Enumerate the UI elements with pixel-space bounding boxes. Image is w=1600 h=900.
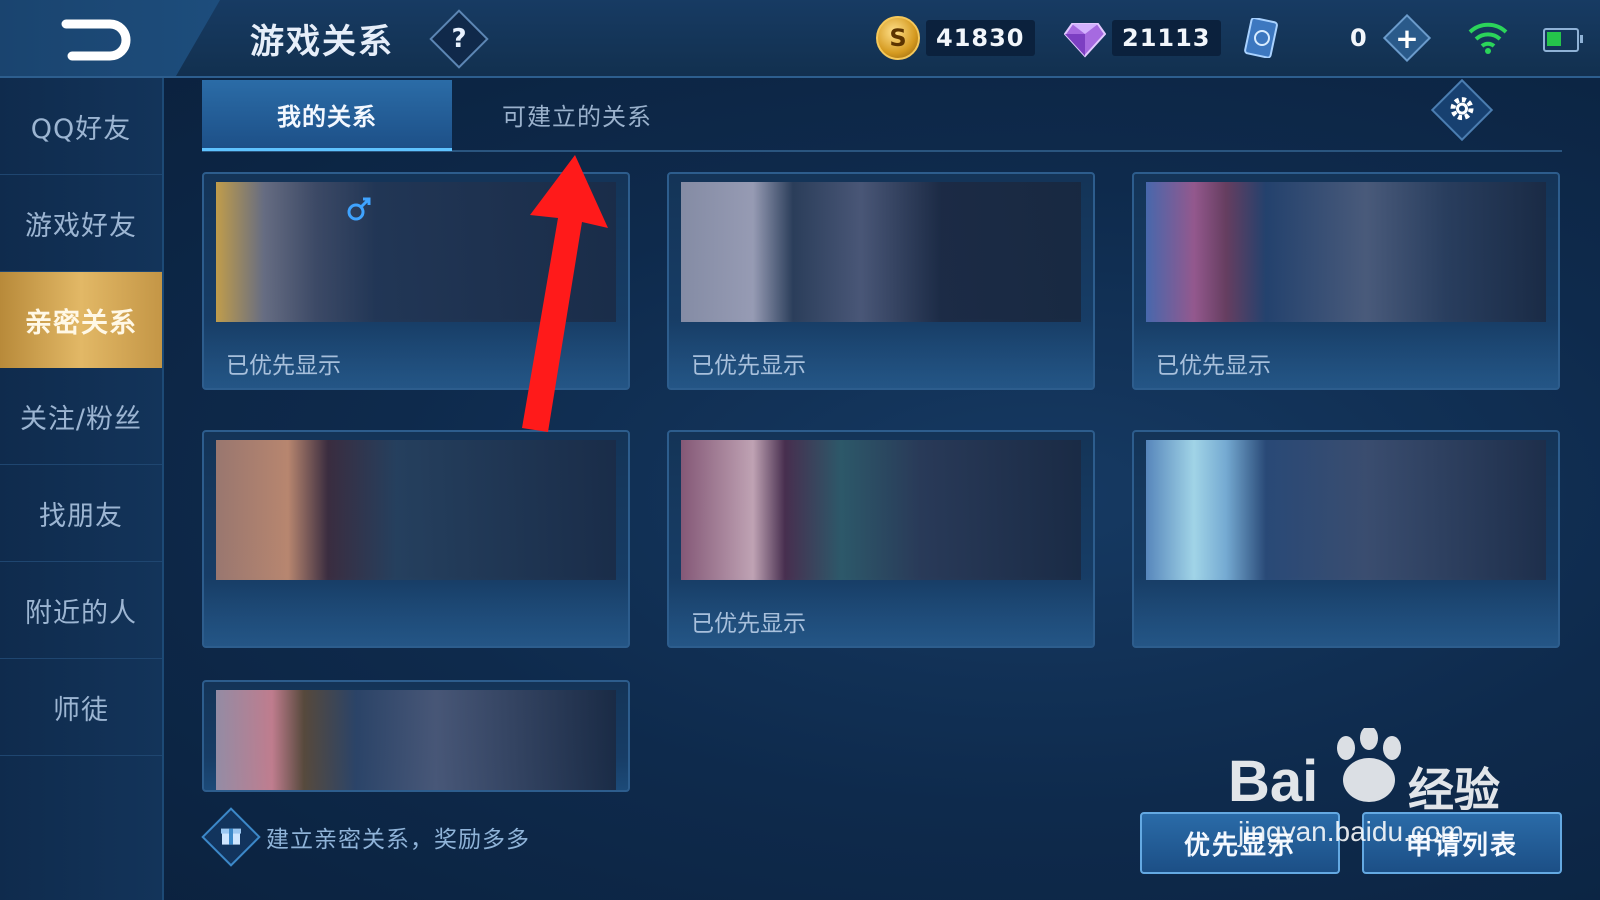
blurred-avatar-4 (216, 440, 616, 580)
wifi-icon (1468, 22, 1508, 54)
relation-card-5[interactable]: 已优先显示 (667, 430, 1095, 648)
diamond-icon (1064, 23, 1106, 58)
male-gender-icon (347, 197, 371, 221)
card-status: 已优先显示 (226, 353, 341, 379)
diamond-amount: 21113 (1112, 20, 1221, 56)
ticket-currency: 0 + (1244, 13, 1431, 63)
sidebar-item-game-friends[interactable]: 游戏好友 (0, 175, 162, 272)
card-status: 已优先显示 (1156, 353, 1271, 379)
baidu-paw-icon (1337, 728, 1401, 802)
tab-available-relations[interactable]: 可建立的关系 (452, 80, 702, 148)
sidebar-item-find-friends[interactable]: 找朋友 (0, 465, 162, 562)
relation-card-4[interactable] (202, 430, 630, 648)
watermark-brand: Bai (1228, 749, 1319, 814)
sidebar-item-nearby-people[interactable]: 附近的人 (0, 562, 162, 659)
diamond-currency: 21113 (1064, 18, 1221, 58)
battery-icon (1543, 28, 1583, 52)
relation-card-2[interactable]: 已优先显示 (667, 172, 1095, 390)
watermark-brand-cn: 经验 (1408, 763, 1500, 817)
plus-icon: + (1394, 21, 1419, 55)
relation-tabs: 我的关系 可建立的关系 (202, 80, 1562, 152)
ticket-icon (1244, 18, 1278, 58)
sidebar-item-mentorship[interactable]: 师徒 (0, 659, 162, 756)
ticket-amount: 0 (1350, 24, 1368, 52)
reward-tip: 建立亲密关系，奖励多多 (201, 807, 530, 867)
back-arrow-icon (61, 19, 131, 61)
back-button[interactable] (0, 0, 220, 76)
reward-tip-text: 建立亲密关系，奖励多多 (266, 827, 530, 853)
gear-icon (1450, 97, 1474, 121)
gold-amount: 41830 (926, 20, 1035, 56)
relation-card-1[interactable]: 已优先显示 (202, 172, 630, 390)
blurred-avatar-5 (681, 440, 1081, 580)
sidebar-item-intimate-relations[interactable]: 亲密关系 (0, 272, 162, 368)
top-bar: 游戏关系 ? S 41830 21113 0 + (0, 0, 1600, 78)
help-button[interactable]: ? (429, 9, 489, 69)
sidebar-item-qq-friends[interactable]: QQ好友 (0, 78, 162, 175)
priority-display-button[interactable]: 优先显示 (1140, 812, 1340, 874)
sidebar-item-follow-fans[interactable]: 关注/粉丝 (0, 368, 162, 465)
relation-card-3[interactable]: 已优先显示 (1132, 172, 1560, 390)
card-status: 已优先显示 (691, 353, 806, 379)
tab-my-relations[interactable]: 我的关系 (202, 80, 452, 151)
question-icon: ? (451, 24, 467, 54)
gold-coin-icon: S (876, 16, 920, 60)
relation-card-6[interactable] (1132, 430, 1560, 648)
blurred-avatar-2 (681, 182, 1081, 322)
page-title: 游戏关系 (250, 22, 394, 62)
gift-box-icon (201, 807, 261, 867)
add-ticket-button[interactable]: + (1382, 13, 1431, 63)
card-status: 已优先显示 (691, 611, 806, 637)
apply-list-button[interactable]: 申请列表 (1362, 812, 1562, 874)
gold-currency: S 41830 (876, 16, 1035, 60)
relation-card-7[interactable] (202, 680, 630, 792)
sidebar: QQ好友 游戏好友 亲密关系 关注/粉丝 找朋友 附近的人 师徒 (0, 78, 164, 900)
blurred-avatar-7 (216, 690, 616, 790)
blurred-avatar-1 (216, 182, 616, 322)
blurred-avatar-3 (1146, 182, 1546, 322)
blurred-avatar-6 (1146, 440, 1546, 580)
